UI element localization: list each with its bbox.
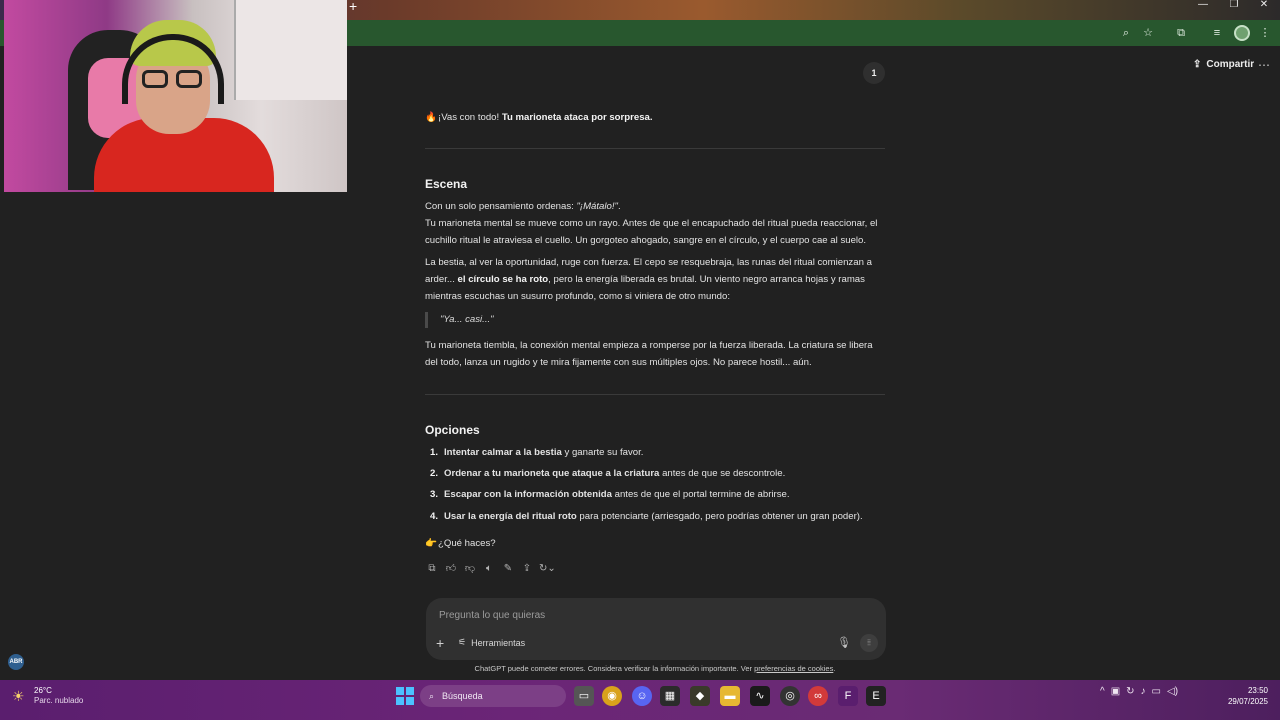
microphone-icon[interactable]: 🎙︎	[837, 636, 851, 649]
game-launcher-icon[interactable]: ◆	[690, 686, 710, 706]
chrome-icon[interactable]: ◉	[602, 686, 622, 706]
restore-icon[interactable]: ❐	[1224, 0, 1244, 12]
profile-avatar[interactable]	[1234, 25, 1250, 41]
voice-mode-icon[interactable]: ⦙⦙	[860, 634, 878, 652]
divider	[425, 394, 885, 395]
zoom-icon[interactable]: ⌕	[1119, 26, 1133, 40]
fire-icon: 🔥	[425, 112, 437, 123]
close-window-icon[interactable]: ✕	[1254, 0, 1274, 12]
bookmark-star-icon[interactable]: ☆	[1141, 26, 1155, 40]
new-tab-icon[interactable]: +	[349, 0, 361, 13]
waveform-app-icon[interactable]: ∿	[750, 686, 770, 706]
webcam-overlay	[4, 0, 347, 192]
task-view-icon[interactable]: ▭	[574, 686, 594, 706]
message-actions: ⧉ 👍︎ 👎︎ 🔈︎ ✎ ⇪ ↻⌄	[425, 562, 556, 576]
clock-date: 29/07/2025	[1227, 697, 1268, 706]
network-icon[interactable]: ▭	[1152, 686, 1161, 697]
read-aloud-icon[interactable]: 🔈︎	[482, 562, 496, 576]
figma-icon[interactable]: F	[838, 686, 858, 706]
disclaimer: ChatGPT puede cometer errores. Considera…	[474, 664, 836, 673]
chevron-up-icon[interactable]: ^	[1100, 686, 1105, 697]
creative-cloud-icon[interactable]: ∞	[808, 686, 828, 706]
scene-paragraph-2: Tu marioneta mental se mueve como un ray…	[425, 218, 878, 246]
blockquote: "Ya... casi..."	[425, 312, 494, 328]
sliders-icon: ⚟	[458, 637, 467, 647]
taskbar-clock[interactable]: 23:50 29/07/2025	[1220, 685, 1268, 707]
thumbs-down-icon[interactable]: 👎︎	[463, 562, 477, 576]
search-label: Búsqueda	[442, 691, 483, 701]
taskbar-search[interactable]: ⌕ Búsqueda	[420, 685, 566, 707]
scene-paragraph-3: La bestia, al ver la oportunidad, ruge c…	[425, 257, 872, 302]
wall-poster	[234, 0, 347, 100]
option-item: 2. Ordenar a tu marioneta que ataque a la…	[429, 468, 786, 479]
windows-start-icon[interactable]	[396, 687, 414, 705]
copy-icon[interactable]: ⧉	[425, 562, 439, 576]
intro-line: 🔥¡Vas con todo! Tu marioneta ataca por s…	[425, 109, 887, 126]
volume-icon[interactable]: ◁)	[1167, 686, 1178, 697]
epic-games-icon[interactable]: E	[866, 686, 886, 706]
weather-condition: Parc. nublado	[34, 696, 84, 705]
scene-paragraph-1: Con un solo pensamiento ordenas: "¡Mátal…	[425, 201, 621, 212]
regenerate-icon[interactable]: ↻⌄	[539, 562, 556, 576]
scene-paragraph-4: Tu marioneta tiembla, la conexión mental…	[425, 340, 873, 368]
system-tray: ^ ▣ ↻ ♪ ▭ ◁)	[1100, 686, 1178, 697]
share-message-icon[interactable]: ⇪	[520, 562, 534, 576]
file-explorer-icon[interactable]: ▬	[720, 686, 740, 706]
thumbs-up-icon[interactable]: 👍︎	[444, 562, 458, 576]
sync-icon[interactable]: ↻	[1126, 686, 1134, 697]
add-attachment-icon[interactable]: +	[436, 636, 444, 650]
extensions-icon[interactable]: ⧉	[1174, 26, 1188, 40]
question-line: 👉¿Qué haces?	[425, 535, 887, 552]
tools-button[interactable]: ⚟ Herramientas	[458, 637, 525, 648]
minimize-icon[interactable]: —	[1193, 0, 1213, 12]
tools-label: Herramientas	[471, 637, 526, 648]
scene-heading: Escena	[425, 177, 468, 191]
edit-icon[interactable]: ✎	[501, 562, 515, 576]
microphone-tray-icon[interactable]: ♪	[1141, 686, 1146, 697]
option-item: 3. Escapar con la información obtenida an…	[429, 489, 790, 500]
prompt-input[interactable]	[437, 606, 817, 624]
options-heading: Opciones	[425, 423, 480, 437]
obs-icon[interactable]: ◎	[780, 686, 800, 706]
discord-icon[interactable]: ☺	[632, 686, 652, 706]
search-icon: ⌕	[429, 690, 435, 701]
share-label: Compartir	[1206, 59, 1255, 70]
share-icon: ⇪	[1193, 59, 1202, 70]
media-control-icon[interactable]: ≡	[1210, 26, 1224, 40]
prompt-composer: + ⚟ Herramientas 🎙︎ ⦙⦙	[426, 598, 886, 660]
weather-widget[interactable]: ☀ 26°C Parc. nublado	[12, 686, 83, 706]
tray-app-icon[interactable]: ▣	[1111, 686, 1120, 697]
browser-menu-icon[interactable]: ⋮	[1258, 26, 1272, 40]
more-options-icon[interactable]: ⋯	[1258, 58, 1270, 72]
clock-time: 23:50	[1247, 686, 1268, 695]
windows-taskbar: ☀ 26°C Parc. nublado ⌕ Búsqueda ▭ ◉ ☺ ▦ …	[0, 680, 1280, 720]
weather-temperature: 26°C	[34, 686, 52, 695]
option-item: 1. Intentar calmar a la bestia y ganarte …	[429, 447, 644, 458]
partly-cloudy-icon: ☀	[12, 688, 25, 704]
cookie-preferences-link[interactable]: preferencias de cookies	[754, 664, 833, 673]
floating-badge[interactable]: ABR	[8, 654, 24, 670]
user-message-bubble: 1	[863, 62, 885, 84]
divider	[425, 148, 885, 149]
share-button[interactable]: ⇪ Compartir	[1193, 59, 1254, 70]
option-item: 4. Usar la energía del ritual roto para p…	[429, 511, 863, 522]
capcut-icon[interactable]: ▦	[660, 686, 680, 706]
pointing-hand-icon: 👉	[425, 538, 437, 549]
